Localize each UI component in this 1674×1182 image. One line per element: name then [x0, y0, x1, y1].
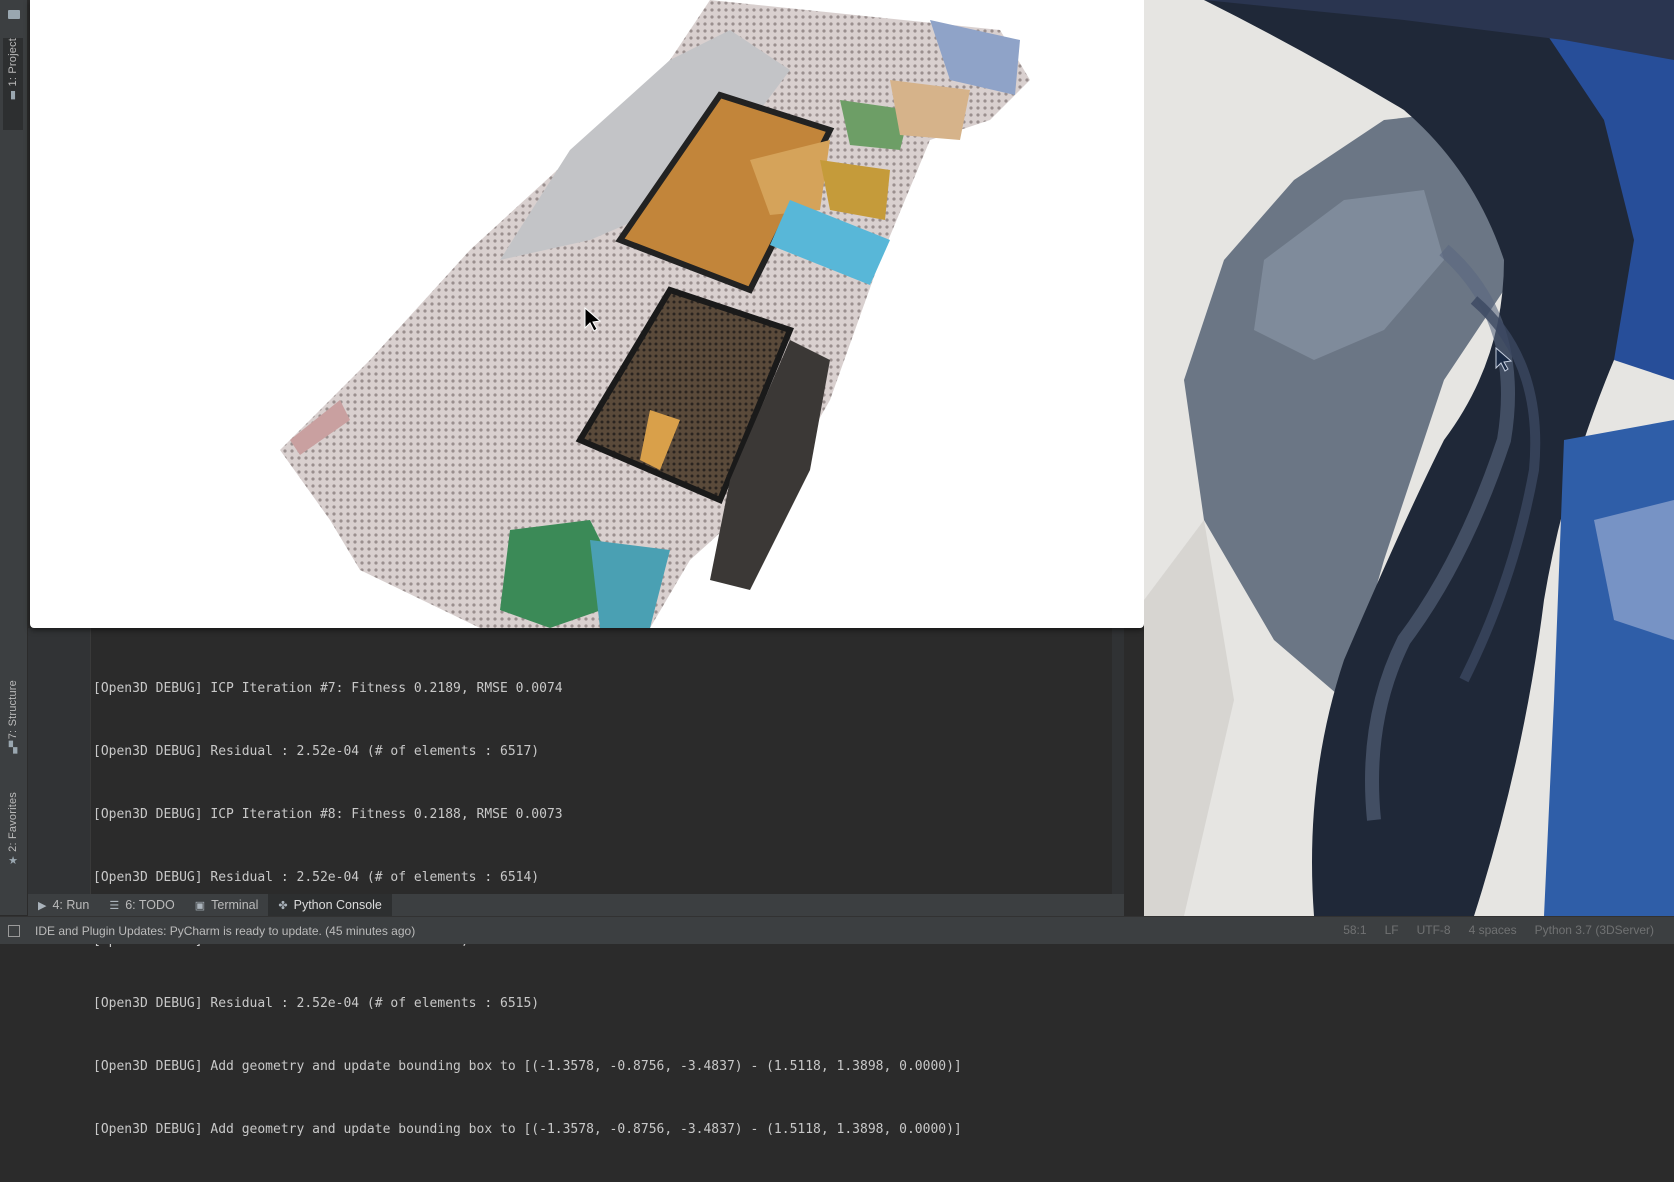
star-icon: ★	[8, 853, 18, 867]
folder-icon	[8, 10, 20, 19]
favorites-tool-button[interactable]: 2: Favorites ★	[3, 792, 23, 884]
tab-todo-label: 6: TODO	[125, 898, 175, 912]
console-line: [Open3D DEBUG] ICP Iteration #7: Fitness…	[93, 681, 563, 696]
toggle-tool-windows-icon[interactable]	[8, 925, 20, 937]
tab-terminal-label: Terminal	[211, 898, 259, 912]
console-gutter	[28, 628, 91, 894]
console-line: [Open3D DEBUG] Residual : 2.52e-04 (# of…	[93, 996, 540, 1011]
project-folder-icon: ▮	[9, 88, 17, 102]
tool-window-tabs: ▶ 4: Run ☰ 6: TODO ▣ Terminal ✤ Python C…	[28, 894, 1124, 916]
tab-terminal[interactable]: ▣ Terminal	[185, 894, 269, 916]
console-line: [Open3D DEBUG] Residual : 2.52e-04 (# of…	[93, 870, 540, 885]
status-line-separator[interactable]: LF	[1385, 923, 1399, 937]
python-icon: ✤	[278, 899, 288, 912]
structure-icon: ▚	[8, 741, 18, 755]
console-scrollbar[interactable]	[1112, 628, 1124, 894]
console-line: [Open3D DEBUG] Residual : 2.52e-04 (# of…	[93, 744, 540, 759]
console-line: [Open3D DEBUG] Add geometry and update b…	[93, 1122, 962, 1137]
structure-tool-label: 7: Structure	[7, 680, 19, 740]
mesh-viewer-window[interactable]	[1144, 0, 1674, 916]
status-right-items: 58:1 LF UTF-8 4 spaces Python 3.7 (3DSer…	[1343, 923, 1654, 937]
run-icon: ▶	[38, 899, 47, 912]
tab-todo[interactable]: ☰ 6: TODO	[99, 894, 184, 916]
status-indent[interactable]: 4 spaces	[1469, 923, 1517, 937]
terminal-icon: ▣	[194, 899, 206, 912]
python-console-panel[interactable]: [Open3D DEBUG] ICP Iteration #7: Fitness…	[28, 628, 1124, 1137]
status-encoding[interactable]: UTF-8	[1417, 923, 1451, 937]
console-line: [Open3D DEBUG] ICP Iteration #8: Fitness…	[93, 807, 563, 822]
tab-python-console-label: Python Console	[293, 898, 382, 912]
favorites-tool-label: 2: Favorites	[7, 792, 19, 852]
tab-run[interactable]: ▶ 4: Run	[28, 894, 99, 916]
tab-run-label: 4: Run	[52, 898, 90, 912]
left-tool-strip: 1: Project ▮ 7: Structure ▚ 2: Favorites…	[0, 0, 28, 915]
project-tool-label: 1: Project	[7, 38, 19, 87]
structure-tool-button[interactable]: 7: Structure ▚	[3, 680, 23, 770]
todo-icon: ☰	[109, 899, 120, 912]
status-interpreter[interactable]: Python 3.7 (3DServer)	[1535, 923, 1654, 937]
status-message[interactable]: IDE and Plugin Updates: PyCharm is ready…	[35, 924, 415, 938]
status-caret-position[interactable]: 58:1	[1343, 923, 1366, 937]
project-tool-button[interactable]: 1: Project ▮	[3, 38, 23, 130]
console-line: [Open3D DEBUG] Add geometry and update b…	[93, 1059, 962, 1074]
mesh-render[interactable]	[1144, 0, 1674, 916]
status-bar: IDE and Plugin Updates: PyCharm is ready…	[0, 916, 1674, 944]
tab-python-console[interactable]: ✤ Python Console	[268, 894, 392, 916]
open3d-visualizer-window[interactable]	[30, 0, 1144, 628]
point-cloud-render[interactable]	[30, 0, 1144, 628]
